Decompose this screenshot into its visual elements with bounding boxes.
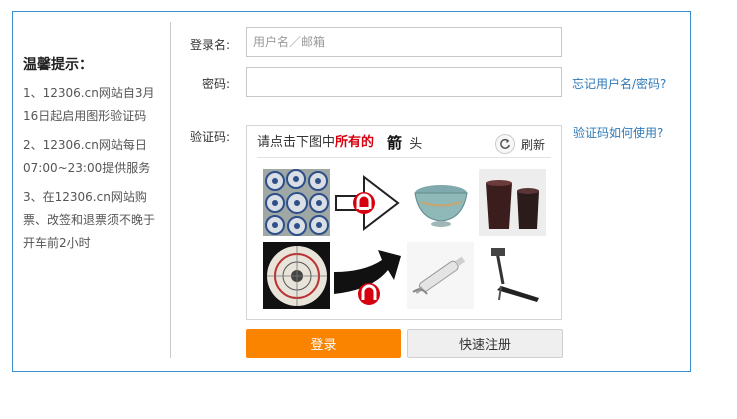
captcha-target-word: 箭 头: [387, 132, 423, 153]
compass-image: [263, 242, 330, 309]
captcha-refresh-label: 刷新: [521, 137, 546, 152]
captcha-tile-2[interactable]: [334, 169, 401, 236]
captcha-refresh-button[interactable]: 刷新: [495, 134, 545, 154]
captcha-tile-1[interactable]: [263, 169, 330, 236]
bowl-image: [407, 169, 474, 236]
captcha-prompt-highlight: 所有的: [335, 135, 375, 150]
captcha-box: 请点击下图中所有的 箭 头 刷新: [246, 125, 562, 320]
captcha-divider: [257, 157, 551, 158]
captcha-target-char-1: 箭: [387, 134, 404, 152]
teacups-image: [263, 169, 330, 236]
password-input[interactable]: [246, 67, 562, 97]
tip-item-1: 1、12306.cn网站自3月16日起启用图形验证码: [23, 86, 155, 123]
username-input[interactable]: [246, 27, 562, 57]
login-button[interactable]: 登录: [246, 329, 401, 358]
railway-arrow-image: [334, 169, 401, 236]
cups-image: [479, 169, 546, 236]
captcha-prompt-prefix: 请点击下图中: [257, 135, 336, 150]
captcha-tile-4[interactable]: [479, 169, 546, 236]
tips-panel: 温馨提示： 1、12306.cn网站自3月16日起启用图形验证码 2、12306…: [23, 56, 163, 261]
captcha-prompt: 请点击下图中所有的: [257, 134, 374, 152]
refresh-icon: [495, 134, 515, 154]
password-label: 密码:: [201, 77, 230, 91]
railway-curved-arrow-image: [334, 242, 401, 309]
treadmill-image: [479, 242, 546, 309]
captcha-tile-8[interactable]: [479, 242, 546, 309]
tips-title: 温馨提示：: [23, 57, 93, 73]
forgot-password-link[interactable]: 忘记用户名/密码?: [572, 75, 666, 92]
captcha-target-char-2: 头: [409, 137, 424, 152]
captcha-tile-7[interactable]: [407, 242, 474, 309]
captcha-tile-6[interactable]: [334, 242, 401, 309]
quick-register-button[interactable]: 快速注册: [407, 329, 563, 358]
captcha-help-link[interactable]: 验证码如何使用?: [573, 124, 663, 141]
username-label: 登录名:: [189, 38, 230, 52]
captcha-label: 验证码:: [189, 130, 230, 144]
tip-item-3: 3、在12306.cn网站购票、改签和退票须不晚于开车前2小时: [23, 190, 156, 250]
tip-item-2: 2、12306.cn网站每日07:00~23:00提供服务: [23, 138, 151, 175]
divider: [170, 22, 171, 358]
syringe-image: [407, 242, 474, 309]
captcha-tile-5[interactable]: [263, 242, 330, 309]
captcha-tile-3[interactable]: [407, 169, 474, 236]
